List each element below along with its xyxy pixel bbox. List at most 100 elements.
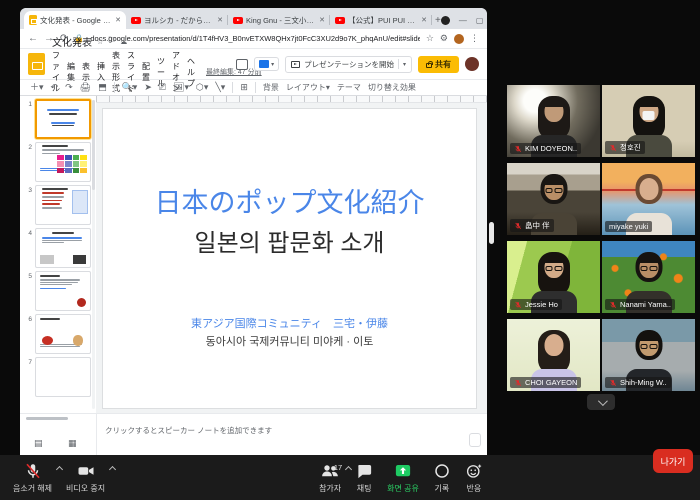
slide-thumbnail-selected[interactable] [35,99,91,139]
toolbar-separator [114,82,115,93]
insert-shape-icon[interactable]: ⬡▾ [196,83,208,92]
menu-edit[interactable]: 編集 [67,61,75,83]
tab-close-icon[interactable]: ✕ [319,16,325,24]
slide-thumbnail[interactable] [35,228,91,268]
tab-close-icon[interactable]: ✕ [217,16,223,24]
account-avatar[interactable] [465,57,479,71]
menu-insert[interactable]: 挿入 [97,61,105,83]
slide-number: 5 [24,271,32,311]
share-button[interactable]: 共有 [418,56,459,73]
insert-line-icon[interactable]: ╲▾ [215,83,225,92]
maximize-icon[interactable]: ▢ [476,16,484,25]
extensions-icon[interactable]: ⚙ [440,33,448,44]
slide-title-japanese[interactable]: 日本のポップ文化紹介 [103,181,476,220]
tab-youtube-yorushika[interactable]: ヨルシカ - だから僕は音楽を辞めた… ✕ [126,11,228,29]
theme-button[interactable]: テーマ [337,82,361,93]
slide-thumbnail[interactable] [35,357,91,397]
zoom-icon[interactable]: 🔍▾ [122,83,138,92]
slide-title-korean[interactable]: 일본의 팝문화 소개 [103,223,476,258]
start-presentation-button[interactable]: プレゼンテーションを開始 ▾ [285,56,412,73]
address-bar-actions: ☆ ⚙ ⋮ [426,33,479,44]
bookmark-star-icon[interactable]: ☆ [426,33,434,44]
filmstrip-item-2[interactable]: 2 [20,139,96,182]
share-screen-button[interactable]: 화면 공유 [380,455,426,500]
tab-slides[interactable]: 文化発表 - Google スライド ✕ [24,11,126,29]
thumb-line [52,125,74,127]
video-tile-miyake-yuki-active-speaker[interactable]: miyake yuki [602,163,695,235]
insert-comment-icon[interactable]: ⊞ [240,83,248,92]
tab-close-icon[interactable]: ✕ [421,16,427,24]
video-tile-hatakenaka[interactable]: 畠中 伴 [507,163,600,235]
filmstrip-hscrollbar[interactable] [26,417,68,420]
slide-thumbnail[interactable] [35,185,91,225]
video-tile-jeong-hojin[interactable]: 정호진 [602,85,695,157]
kebab-menu-icon[interactable]: ⋮ [470,33,479,44]
participant-name: Shih-Ming W.. [620,378,667,387]
layout-button[interactable]: レイアウト▾ [286,82,330,93]
transition-button[interactable]: 切り替え効果 [368,82,416,93]
filmstrip-item-3[interactable]: 3 [20,182,96,225]
document-title[interactable]: 文化発表 [52,34,92,49]
reactions-button[interactable]: 반응 [458,455,490,500]
minimize-icon[interactable]: — [459,16,467,25]
filmstrip-view-icon[interactable]: ▤ [34,438,43,449]
text-box-icon[interactable]: ⎚ [159,83,166,92]
video-tile-shih-ming[interactable]: Shih-Ming W.. [602,319,695,391]
grid-view-icon[interactable]: ▦ [68,438,77,449]
browser-avatar[interactable] [454,34,464,44]
slide-subtitle-japanese[interactable]: 東アジア国際コミュニティ 三宅・伊藤 [103,315,476,331]
slide-thumbnail[interactable] [35,142,91,182]
filmstrip-item-4[interactable]: 4 [20,225,96,268]
slide-thumbnail[interactable] [35,314,91,354]
redo-icon[interactable]: ↷ [65,83,73,92]
star-icon[interactable]: ☆ [97,38,103,46]
insert-image-icon[interactable]: 🖼▾ [173,83,189,92]
stop-video-button[interactable]: 비디오 중지 [59,455,112,500]
video-tile-choi-gayeon[interactable]: CHOI GAYEON [507,319,600,391]
thumb-line [40,288,66,289]
presentation-play-icon [291,61,300,68]
video-tile-jessie-ho[interactable]: Jessie Ho [507,241,600,313]
participants-button[interactable]: 17 참가자 [312,455,348,500]
filmstrip-item-1[interactable]: 1 [20,96,96,139]
chevron-down-icon[interactable]: ▾ [403,61,406,68]
chat-button[interactable]: 채팅 [348,455,380,500]
tab-youtube-kinggnu[interactable]: King Gnu - 三文小説 - YouTube ✕ [228,11,330,29]
unmute-button[interactable]: 음소거 해제 [6,455,59,500]
video-tile-kim-doyeon[interactable]: KIM DOYEON.. [507,85,600,157]
filmstrip-item-5[interactable]: 5 [20,268,96,311]
filmstrip-footer: ▤ ▦ [20,414,96,455]
print-icon[interactable]: 🖨 [80,83,91,92]
youtube-favicon-icon [335,17,345,24]
move-folder-icon[interactable]: 🗀 [108,36,115,47]
filmstrip-item-6[interactable]: 6 [20,311,96,354]
paint-format-icon[interactable]: ⬒ [98,83,107,92]
slide-subtitle-korean[interactable]: 동아시아 국제커뮤니티 미야케 · 이토 [103,333,476,349]
filmstrip-item-7[interactable]: 7 [20,354,96,397]
undo-icon[interactable]: ↶ [51,83,59,92]
back-icon[interactable]: ← [28,34,38,44]
browser-profile-icon[interactable] [441,16,450,25]
select-cursor-icon[interactable]: ➤ [144,83,152,92]
tab-youtube-molcar[interactable]: 【公式】PUI PUI モルカー 第1話… ✕ [330,11,432,29]
tab-close-icon[interactable]: ✕ [115,16,121,24]
present-to-meeting-button[interactable]: ▾ [254,57,279,71]
video-tile-nanami-yama[interactable]: Nanami Yama.. [602,241,695,313]
menu-view[interactable]: 表示 [82,61,90,83]
notes-expand-button[interactable] [469,433,481,447]
menu-arrange[interactable]: 配置 [142,61,150,83]
slide-thumbnail[interactable] [35,271,91,311]
zoom-meeting-window: 文化発表 - Google スライド ✕ ヨルシカ - だから僕は音楽を辞めた…… [0,0,700,500]
record-button[interactable]: 기록 [426,455,458,500]
new-slide-icon[interactable]: ＋▾ [30,83,44,92]
background-button[interactable]: 背景 [263,82,279,93]
speaker-notes-box[interactable]: クリックするとスピーカー ノートを追加できます [96,414,487,455]
comment-history-icon[interactable] [236,59,248,70]
share-gallery-divider-handle[interactable] [489,222,494,244]
filmstrip-scrollbar-thumb[interactable] [92,100,95,190]
gallery-scroll-down-button[interactable] [587,394,615,410]
leave-meeting-button[interactable]: 나가기 [653,449,693,473]
participant-name: miyake yuki [609,222,648,231]
current-slide[interactable]: 日本のポップ文化紹介 일본의 팝문화 소개 東アジア国際コミュニティ 三宅・伊藤… [103,109,476,408]
slides-app-icon[interactable] [28,53,45,75]
